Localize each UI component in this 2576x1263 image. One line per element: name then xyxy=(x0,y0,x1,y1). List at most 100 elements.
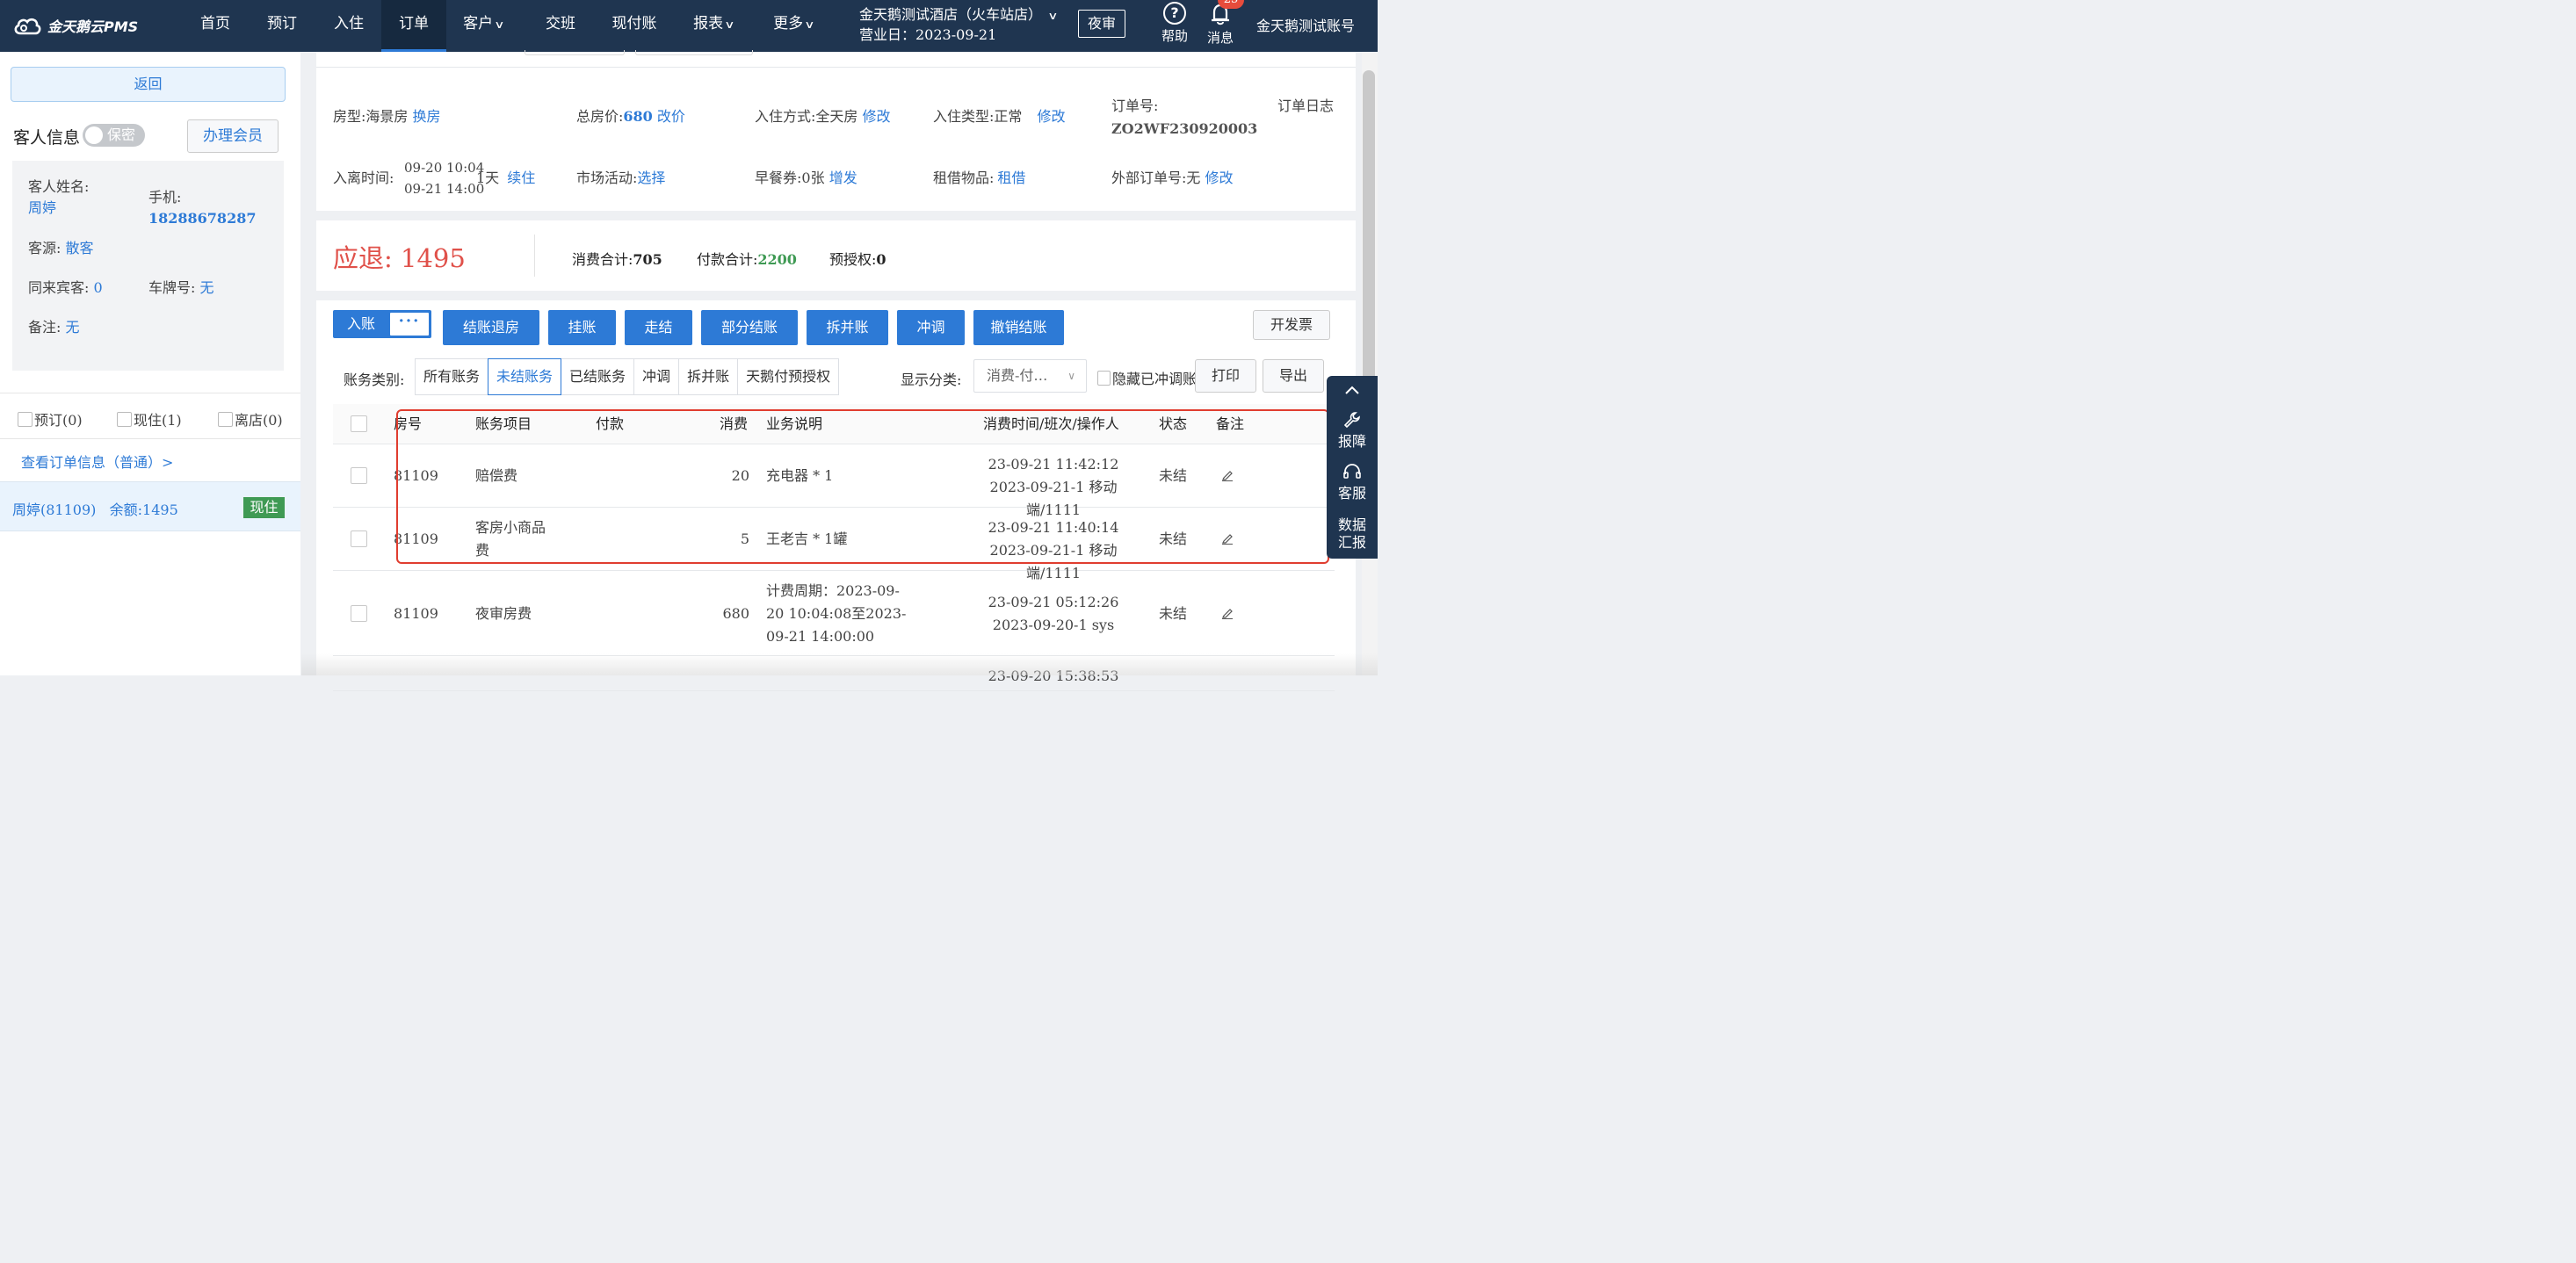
night-audit-button[interactable]: 夜审 xyxy=(1078,10,1125,38)
messages-button[interactable]: 25 消息 xyxy=(1204,0,1244,47)
nav-item-4[interactable]: 客户∨ xyxy=(451,0,516,52)
edit-note-icon[interactable] xyxy=(1221,607,1234,619)
issue-invoice-button[interactable]: 开发票 xyxy=(1253,310,1330,340)
checkbox[interactable] xyxy=(218,411,233,427)
guest-room-row[interactable]: 周婷(81109) 余额:1495 现住 xyxy=(0,481,300,531)
external-order-edit-link[interactable]: 修改 xyxy=(1205,170,1234,186)
row-checkbox[interactable] xyxy=(351,467,367,484)
report-issue-button[interactable]: 报障 xyxy=(1327,411,1378,451)
stay-mode-value: 全天房 xyxy=(815,108,858,125)
nav-label: 更多 xyxy=(773,15,804,32)
checkout-button[interactable]: 结账退房 xyxy=(443,310,539,345)
checkbox[interactable] xyxy=(1097,370,1111,386)
partial-settle-button[interactable]: 部分结账 xyxy=(701,310,798,345)
nav-label: 交班 xyxy=(546,15,575,32)
rental-label: 租借物品: xyxy=(933,170,995,186)
hide-adjusted-checkbox[interactable]: 隐藏已冲调账 xyxy=(1097,367,1197,388)
divider xyxy=(534,235,535,277)
help-button[interactable]: ? 帮助 xyxy=(1158,2,1191,45)
external-order-field: 外部订单号:无 修改 xyxy=(1111,169,1234,188)
stay-time-value: 09-20 10:04 09-21 14:00 xyxy=(404,157,484,199)
nav-item-7[interactable]: 报表∨ xyxy=(679,0,748,52)
tab-account-5[interactable]: 天鹅付预授权 xyxy=(737,358,840,395)
edit-price-link[interactable]: 改价 xyxy=(657,108,685,125)
print-button[interactable]: 打印 xyxy=(1195,359,1256,393)
checkbox[interactable] xyxy=(117,411,132,427)
bill-table: 房号 账务项目 付款 消费 业务说明 消费时间/班次/操作人 状态 备注 811… xyxy=(333,404,1335,691)
split-merge-button[interactable]: 拆并账 xyxy=(807,310,888,345)
note-value[interactable]: 无 xyxy=(66,319,80,336)
tab-account-1[interactable]: 未结账务 xyxy=(488,358,562,395)
arrive-time: 09-20 10:04 xyxy=(404,160,485,176)
select-all-checkbox[interactable] xyxy=(351,415,367,432)
filter-reserved-label: 预订(0) xyxy=(34,412,83,429)
view-order-info-link[interactable]: 查看订单信息（普通）> xyxy=(21,451,173,472)
table-row[interactable]: 81109 夜审房费 680 计费周期：2023-09-20 10:04:08至202… xyxy=(333,571,1335,656)
tab-account-0[interactable]: 所有账务 xyxy=(415,358,489,395)
edit-note-icon[interactable] xyxy=(1221,532,1234,545)
support-button[interactable]: 客服 xyxy=(1327,463,1378,502)
hide-adjusted-label: 隐藏已冲调账 xyxy=(1111,371,1197,387)
hang-account-button[interactable]: 挂账 xyxy=(548,310,616,345)
change-room-link[interactable]: 换房 xyxy=(413,108,441,125)
table-row[interactable]: 23-09-20 15:38:53 xyxy=(333,656,1335,691)
adjust-button[interactable]: 冲调 xyxy=(897,310,965,345)
back-button[interactable]: 返回 xyxy=(11,67,286,102)
guest-source[interactable]: 散客 xyxy=(66,240,94,256)
table-row[interactable]: 81109 赔偿费 20 充电器 * 1 23-09-21 11:42:12 2023-0… xyxy=(333,444,1335,518)
preauth-value: 0 xyxy=(876,251,886,268)
table-row[interactable]: 81109 客房小商品费 5 王老吉 * 1罐 23-09-21 11:40:14 202… xyxy=(333,508,1335,581)
scrollbar-thumb[interactable] xyxy=(1363,70,1375,385)
edit-note-icon[interactable] xyxy=(1221,469,1234,481)
walk-settle-button[interactable]: 走结 xyxy=(625,310,692,345)
row-checkbox[interactable] xyxy=(351,530,367,547)
tab-account-3[interactable]: 冲调 xyxy=(633,358,680,395)
filter-departed[interactable]: 离店(0) xyxy=(218,408,283,429)
checkbox[interactable] xyxy=(18,411,33,427)
guest-status-filters: 预订(0) 现住(1) 离店(0) xyxy=(0,393,300,439)
undo-settle-button[interactable]: 撤销结账 xyxy=(973,310,1064,345)
filter-in-house[interactable]: 现住(1) xyxy=(117,408,182,429)
display-category-select[interactable]: 消费-付… ∨ xyxy=(973,359,1087,393)
hotel-selector[interactable]: 金天鹅测试酒店（火车站店） ∨ 营业日：2023-09-21 xyxy=(859,5,1059,45)
nav-item-5[interactable]: 交班 xyxy=(533,0,588,52)
join-member-button[interactable]: 办理会员 xyxy=(187,119,279,153)
scrolled-header-remnant xyxy=(316,50,1356,67)
row-checkbox[interactable] xyxy=(351,604,367,622)
plate-value[interactable]: 无 xyxy=(200,279,214,296)
nav-item-3[interactable]: 订单 xyxy=(381,0,446,52)
nav-item-1[interactable]: 预订 xyxy=(255,0,309,52)
business-description: 王老吉 * 1罐 xyxy=(766,530,848,547)
nav-item-8[interactable]: 更多∨ xyxy=(759,0,828,52)
companions-count[interactable]: 0 xyxy=(94,279,103,296)
bill-item: 夜审房费 xyxy=(475,604,532,622)
export-button[interactable]: 导出 xyxy=(1263,359,1324,393)
post-charge-button[interactable]: 入账 xyxy=(333,310,389,338)
account-menu[interactable]: 金天鹅测试账号 xyxy=(1256,14,1355,35)
nav-item-6[interactable]: 现付账 xyxy=(600,0,669,52)
chevron-up-icon[interactable] xyxy=(1327,383,1378,401)
nav-item-0[interactable]: 首页 xyxy=(188,0,242,52)
filter-departed-label: 离店(0) xyxy=(235,412,283,429)
guest-name[interactable]: 周婷 xyxy=(28,198,89,219)
marketing-select-link[interactable]: 选择 xyxy=(637,170,665,186)
stay-mode-edit-link[interactable]: 修改 xyxy=(863,108,891,125)
tab-account-4[interactable]: 拆并账 xyxy=(678,358,739,395)
app-logo[interactable]: 金天鹅云PMS xyxy=(12,14,138,37)
col-room: 房号 xyxy=(394,415,423,432)
filter-reserved[interactable]: 预订(0) xyxy=(18,408,83,429)
nights-value: 1天 xyxy=(476,170,500,186)
extend-stay-link[interactable]: 续住 xyxy=(507,170,535,186)
privacy-toggle[interactable]: 保密 xyxy=(83,124,145,147)
order-log-link[interactable]: 订单日志 xyxy=(1277,95,1335,118)
breakfast-add-link[interactable]: 增发 xyxy=(829,170,857,186)
stay-mode-label: 入住方式: xyxy=(755,108,816,125)
nav-item-2[interactable]: 入住 xyxy=(322,0,376,52)
checkin-type-label: 入住类型: xyxy=(933,108,995,125)
data-report-button[interactable]: 数据汇报 xyxy=(1335,516,1370,552)
checkin-type-edit-link[interactable]: 修改 xyxy=(1038,108,1066,125)
nav-label: 预订 xyxy=(267,15,297,32)
tab-account-2[interactable]: 已结账务 xyxy=(561,358,635,395)
more-options-button[interactable]: ··· xyxy=(389,312,430,336)
rental-link[interactable]: 租借 xyxy=(997,170,1025,186)
